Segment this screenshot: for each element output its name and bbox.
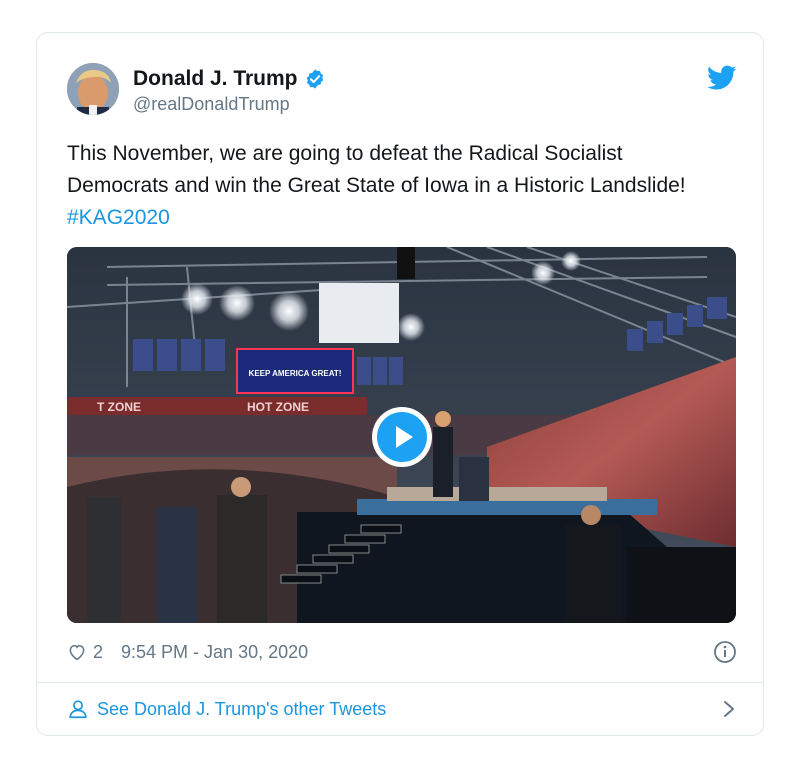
- like-count: 2: [93, 641, 104, 662]
- see-other-tweets-label: See Donald J. Trump's other Tweets: [97, 698, 387, 719]
- chevron-right-icon: [724, 701, 734, 717]
- twitter-bird-icon[interactable]: [707, 65, 737, 91]
- person-icon: [69, 700, 87, 719]
- verified-badge-icon: [306, 69, 323, 89]
- tweet-embed-card: Donald J. Trump @realDonaldTrump This No…: [36, 32, 764, 736]
- zone-sign-right: HOT ZONE: [247, 400, 309, 414]
- tweet-timestamp[interactable]: 9:54 PM - Jan 30, 2020: [121, 642, 308, 663]
- play-icon: [377, 412, 427, 462]
- video-thumbnail[interactable]: KEEP AMERICA GREAT! T ZONE HOT ZONE: [67, 247, 736, 623]
- like-button[interactable]: 2: [67, 642, 103, 663]
- tweet-header: Donald J. Trump @realDonaldTrump: [67, 63, 737, 123]
- author-display-name[interactable]: Donald J. Trump: [133, 67, 298, 91]
- author-handle[interactable]: @realDonaldTrump: [133, 94, 326, 115]
- avatar[interactable]: [67, 63, 119, 115]
- banner-sign-text: KEEP AMERICA GREAT!: [249, 369, 342, 378]
- tweet-meta: 2 9:54 PM - Jan 30, 2020: [67, 639, 737, 665]
- tweet-text: This November, we are going to defeat th…: [67, 138, 727, 234]
- play-button[interactable]: [372, 407, 432, 467]
- heart-icon: [69, 644, 85, 661]
- info-icon[interactable]: [713, 640, 737, 664]
- author-names: Donald J. Trump @realDonaldTrump: [133, 67, 326, 115]
- tweet-body: This November, we are going to defeat th…: [67, 142, 686, 197]
- zone-sign-left: T ZONE: [97, 400, 141, 414]
- see-other-tweets-link[interactable]: See Donald J. Trump's other Tweets: [67, 683, 737, 735]
- hashtag-link[interactable]: #KAG2020: [67, 206, 170, 229]
